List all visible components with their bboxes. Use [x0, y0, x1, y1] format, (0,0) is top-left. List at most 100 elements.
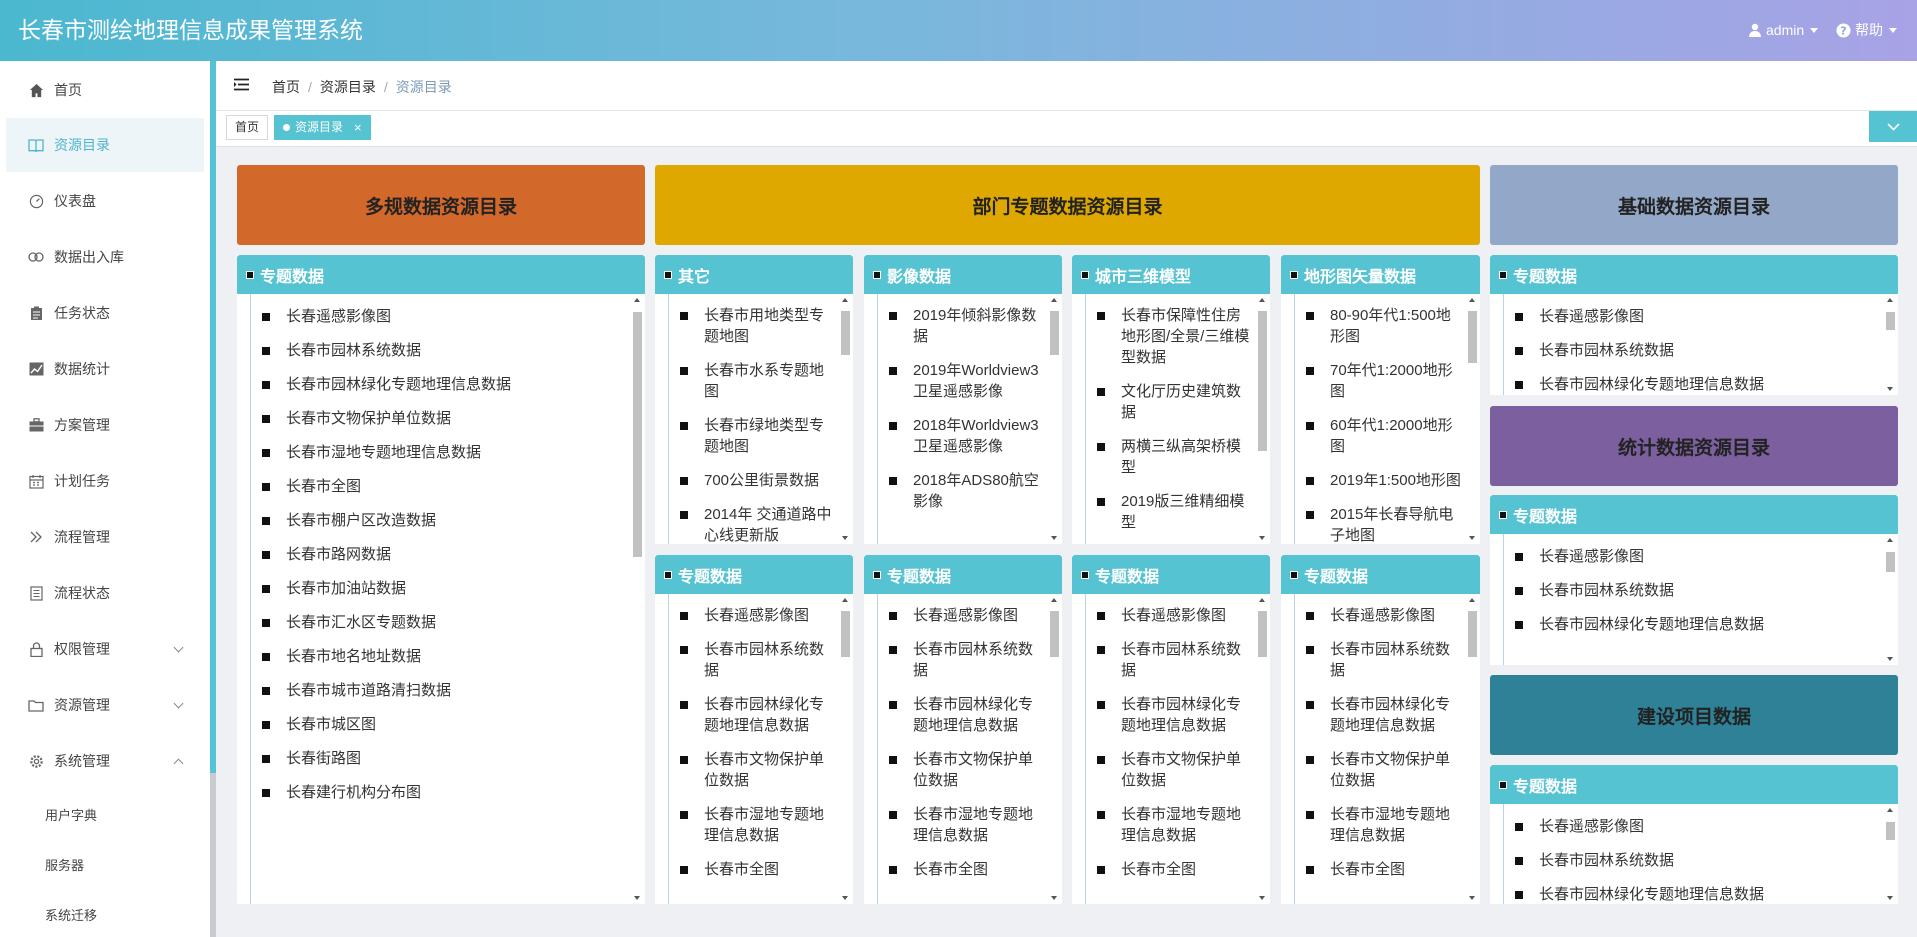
- list-item[interactable]: 700公里街景数据: [655, 470, 837, 491]
- scroll-up-icon[interactable]: [1887, 808, 1893, 812]
- tabs-dropdown-button[interactable]: [1869, 111, 1917, 142]
- scroll-down-icon[interactable]: [1259, 536, 1265, 540]
- panel-scrollbar[interactable]: [1048, 298, 1060, 540]
- list-item[interactable]: 长春遥感影像图: [237, 306, 629, 327]
- scroll-up-icon[interactable]: [1887, 298, 1893, 302]
- help-menu[interactable]: ? 帮助: [1836, 21, 1897, 39]
- scroll-up-icon[interactable]: [1887, 538, 1893, 542]
- list-item[interactable]: 长春遥感影像图: [1490, 816, 1882, 837]
- sidebar-item-resource-catalog[interactable]: 资源目录: [6, 118, 204, 172]
- list-item[interactable]: 2014年 交通道路中心线更新版: [655, 504, 837, 544]
- scrollbar-thumb[interactable]: [1258, 311, 1267, 451]
- list-item[interactable]: 长春遥感影像图: [864, 605, 1046, 626]
- scroll-up-icon[interactable]: [1259, 598, 1265, 602]
- list-item[interactable]: 长春市保障性住房地形图/全景/三维模型数据: [1072, 305, 1254, 368]
- panel-scrollbar[interactable]: [839, 598, 851, 900]
- scrollbar-thumb[interactable]: [1468, 311, 1477, 363]
- list-item[interactable]: 两横三纵高架桥模型: [1072, 436, 1254, 478]
- sidebar-scrollbar-thumb[interactable]: [210, 61, 216, 773]
- list-item[interactable]: 长春遥感影像图: [1490, 306, 1882, 327]
- list-item[interactable]: 2015年长春导航电子地图: [1281, 504, 1464, 544]
- list-item[interactable]: 长春市全图: [864, 859, 1046, 880]
- breadcrumb-home[interactable]: 首页: [272, 78, 300, 96]
- list-item[interactable]: 长春市文物保护单位数据: [237, 408, 629, 429]
- list-item[interactable]: 80-90年代1:500地形图: [1281, 305, 1464, 347]
- list-item[interactable]: 长春市全图: [237, 476, 629, 497]
- scroll-down-icon[interactable]: [842, 896, 848, 900]
- list-item[interactable]: 长春建行机构分布图: [237, 782, 629, 803]
- scroll-down-icon[interactable]: [1051, 536, 1057, 540]
- list-item[interactable]: 长春市湿地专题地理信息数据: [1072, 804, 1254, 846]
- panel-scrollbar[interactable]: [1256, 598, 1268, 900]
- scroll-up-icon[interactable]: [1259, 298, 1265, 302]
- list-item[interactable]: 长春市园林绿化专题地理信息数据: [655, 694, 837, 736]
- scrollbar-thumb[interactable]: [1050, 611, 1059, 657]
- scroll-up-icon[interactable]: [1051, 298, 1057, 302]
- list-item[interactable]: 长春遥感影像图: [1281, 605, 1464, 626]
- list-item[interactable]: 长春市文物保护单位数据: [864, 749, 1046, 791]
- scroll-up-icon[interactable]: [1469, 298, 1475, 302]
- sidebar-item-system-management[interactable]: 系统管理: [0, 734, 208, 788]
- panel-scrollbar[interactable]: [631, 298, 643, 900]
- list-item[interactable]: 长春市文物保护单位数据: [1281, 749, 1464, 791]
- list-item[interactable]: 长春市文物保护单位数据: [655, 749, 837, 791]
- list-item[interactable]: 长春市汇水区专题数据: [237, 612, 629, 633]
- list-item[interactable]: 长春市园林系统数据: [655, 639, 837, 681]
- list-item[interactable]: 长春市园林系统数据: [864, 639, 1046, 681]
- list-item[interactable]: 长春市加油站数据: [237, 578, 629, 599]
- list-item[interactable]: 长春市地名地址数据: [237, 646, 629, 667]
- panel-scrollbar[interactable]: [1256, 298, 1268, 540]
- list-item[interactable]: 长春市湿地专题地理信息数据: [655, 804, 837, 846]
- panel-scrollbar[interactable]: [1884, 538, 1896, 661]
- panel-scrollbar[interactable]: [1466, 598, 1478, 900]
- scroll-down-icon[interactable]: [842, 536, 848, 540]
- sidebar-item-process-management[interactable]: 流程管理: [0, 510, 208, 564]
- scroll-up-icon[interactable]: [1051, 598, 1057, 602]
- list-item[interactable]: 长春市园林系统数据: [237, 340, 629, 361]
- sidebar-subitem-system-migration[interactable]: 系统迁移: [0, 889, 208, 937]
- panel-scrollbar[interactable]: [1884, 808, 1896, 900]
- list-item[interactable]: 2019年Worldview3卫星遥感影像: [864, 360, 1046, 402]
- list-item[interactable]: 60年代1:2000地形图: [1281, 415, 1464, 457]
- scrollbar-thumb[interactable]: [1886, 822, 1895, 840]
- list-item[interactable]: 长春市园林系统数据: [1072, 639, 1254, 681]
- panel-scrollbar[interactable]: [839, 298, 851, 540]
- sidebar-item-dashboard[interactable]: 仪表盘: [0, 174, 208, 228]
- list-item[interactable]: 长春市园林绿化专题地理信息数据: [1490, 374, 1882, 395]
- sidebar-item-data-io[interactable]: 数据出入库: [0, 230, 208, 284]
- list-item[interactable]: 长春市城市道路清扫数据: [237, 680, 629, 701]
- close-icon[interactable]: ×: [354, 116, 362, 139]
- sidebar-item-scheduled-tasks[interactable]: 计划任务: [0, 454, 208, 508]
- scroll-down-icon[interactable]: [1469, 536, 1475, 540]
- list-item[interactable]: 长春市全图: [1072, 859, 1254, 880]
- hamburger-menu-icon[interactable]: [234, 78, 249, 96]
- scrollbar-thumb[interactable]: [633, 312, 642, 557]
- panel-scrollbar[interactable]: [1466, 298, 1478, 540]
- scroll-down-icon[interactable]: [1887, 387, 1893, 391]
- scrollbar-thumb[interactable]: [1886, 552, 1895, 572]
- list-item[interactable]: 长春市园林绿化专题地理信息数据: [237, 374, 629, 395]
- list-item[interactable]: 长春市园林绿化专题地理信息数据: [1281, 694, 1464, 736]
- list-item[interactable]: 长春市园林绿化专题地理信息数据: [1490, 884, 1882, 904]
- sidebar-item-plan-management[interactable]: 方案管理: [0, 398, 208, 452]
- tab-home[interactable]: 首页: [226, 115, 269, 140]
- scrollbar-thumb[interactable]: [1886, 312, 1895, 330]
- list-item[interactable]: 长春市棚户区改造数据: [237, 510, 629, 531]
- sidebar-item-data-stats[interactable]: 数据统计: [0, 342, 208, 396]
- breadcrumb-resource-catalog[interactable]: 资源目录: [320, 78, 376, 96]
- list-item[interactable]: 长春市湿地专题地理信息数据: [1281, 804, 1464, 846]
- scroll-down-icon[interactable]: [1259, 896, 1265, 900]
- scrollbar-thumb[interactable]: [1050, 311, 1059, 355]
- list-item[interactable]: 长春市城区图: [237, 714, 629, 735]
- list-item[interactable]: 文化厅历史建筑数据: [1072, 381, 1254, 423]
- list-item[interactable]: 2019版三维精细模型: [1072, 491, 1254, 533]
- list-item[interactable]: 长春遥感影像图: [1072, 605, 1254, 626]
- list-item[interactable]: 长春市湿地专题地理信息数据: [237, 442, 629, 463]
- sidebar-item-task-status[interactable]: 任务状态: [0, 286, 208, 340]
- list-item[interactable]: 长春市路网数据: [237, 544, 629, 565]
- sidebar-subitem-server[interactable]: 服务器: [0, 839, 208, 889]
- list-item[interactable]: 长春市园林绿化专题地理信息数据: [864, 694, 1046, 736]
- sidebar-item-process-status[interactable]: 流程状态: [0, 566, 208, 620]
- scroll-down-icon[interactable]: [1887, 657, 1893, 661]
- list-item[interactable]: 2018年Worldview3卫星遥感影像: [864, 415, 1046, 457]
